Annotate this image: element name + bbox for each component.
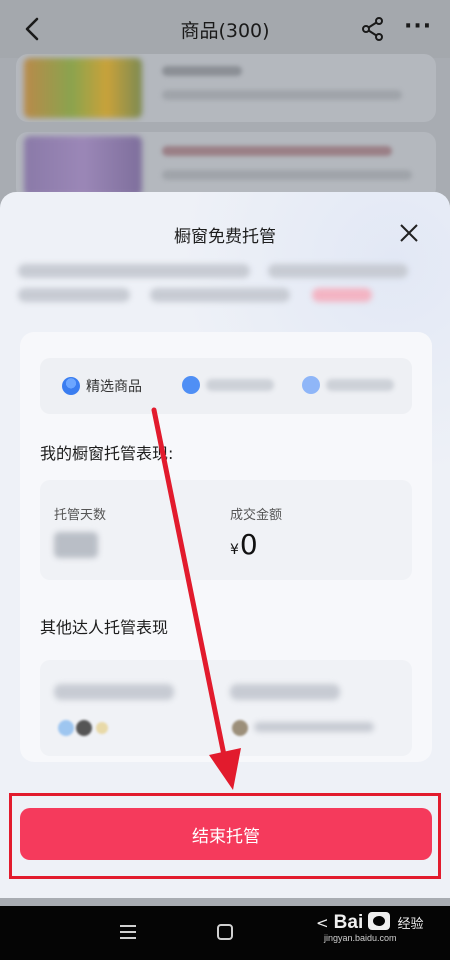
product-thumbnail	[24, 136, 142, 196]
avatar	[58, 720, 74, 736]
hosting-info-panel: 精选商品 我的橱窗托管表现: 托管天数 成交金额 ¥0 其他达人托管表现	[20, 332, 432, 762]
person-icon	[62, 377, 80, 395]
top-app-bar: 商品(300) ···	[0, 0, 450, 58]
my-performance-metrics: 托管天数 成交金额 ¥0	[40, 480, 412, 580]
paw-logo-icon	[368, 912, 391, 930]
home-icon[interactable]	[217, 924, 233, 940]
tab-label: 精选商品	[86, 379, 142, 395]
sheet-title: 橱窗免费托管	[174, 227, 276, 247]
avatar	[96, 722, 108, 734]
feature-icon	[302, 376, 320, 394]
end-hosting-button[interactable]: 结束托管	[20, 808, 432, 860]
blurred-description	[18, 264, 250, 278]
watermark-suffix: 经验	[397, 917, 424, 932]
share-icon[interactable]	[360, 16, 386, 42]
avatar	[232, 720, 248, 736]
menu-icon[interactable]	[120, 923, 136, 941]
product-thumbnail	[24, 58, 142, 118]
avatar	[76, 720, 92, 736]
transaction-amount-label: 成交金额	[230, 508, 283, 523]
close-icon[interactable]	[398, 222, 420, 244]
product-card[interactable]	[16, 132, 436, 200]
product-card[interactable]	[16, 54, 436, 122]
watermark-brand: Bai	[333, 912, 364, 933]
tab-selected-products[interactable]: 精选商品	[62, 376, 142, 396]
tab-blurred-2[interactable]	[302, 376, 394, 394]
others-performance-heading: 其他达人托管表现	[40, 618, 169, 637]
others-performance-list	[40, 660, 412, 756]
hosting-days-value	[54, 532, 98, 558]
system-navigation-bar: < Bai 经验 jingyan.baidu.com	[0, 906, 450, 960]
transaction-amount-value: ¥0	[230, 528, 258, 561]
hosting-days-label: 托管天数	[54, 508, 107, 523]
feature-icon	[182, 376, 200, 394]
watermark-url: jingyan.baidu.com	[324, 933, 397, 943]
tab-blurred-1[interactable]	[182, 376, 274, 394]
amount-number: 0	[239, 528, 258, 561]
baidu-watermark: < Bai 经验 jingyan.baidu.com	[316, 912, 424, 943]
more-menu-icon[interactable]: ···	[404, 14, 432, 39]
feature-tabs: 精选商品	[40, 358, 412, 414]
my-performance-heading: 我的橱窗托管表现:	[40, 444, 174, 463]
currency-symbol: ¥	[230, 542, 239, 558]
